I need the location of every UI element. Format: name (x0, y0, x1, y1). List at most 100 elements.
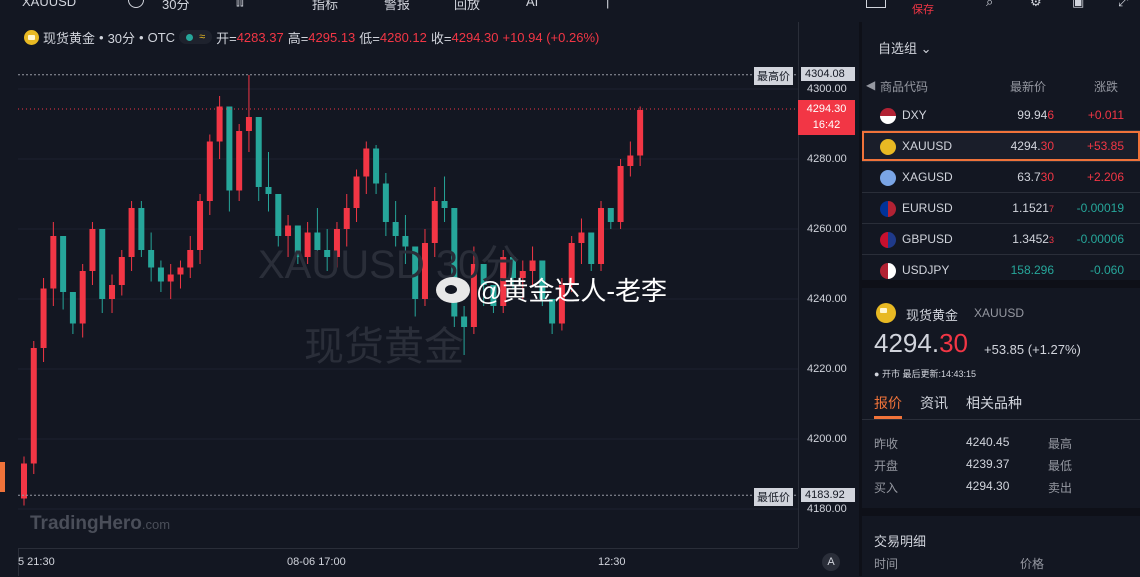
candle[interactable] (373, 145, 380, 194)
candle[interactable] (637, 106, 644, 167)
watchlist-header-change[interactable]: 涨跌 (1094, 78, 1118, 95)
tab-news[interactable]: 资讯 (920, 393, 948, 413)
candle[interactable] (353, 169, 360, 223)
watchlist-header-last[interactable]: 最新价 (1010, 78, 1046, 95)
candle[interactable] (607, 208, 614, 229)
candle-body (60, 236, 67, 292)
market-status-pill[interactable]: ≈ (179, 30, 213, 44)
candle[interactable] (89, 222, 96, 285)
candle[interactable] (187, 236, 194, 278)
candle-body (236, 131, 243, 191)
candle-body (187, 250, 194, 268)
compare-icon[interactable] (128, 0, 144, 8)
candle[interactable] (128, 201, 135, 271)
candle[interactable] (226, 106, 233, 212)
chart-type-icon[interactable]: ⫿⫿ (236, 0, 244, 9)
camera-icon[interactable]: ▣ (1072, 0, 1084, 10)
candle-body (627, 155, 634, 166)
symbol-search-button[interactable]: XAUUSD (22, 0, 76, 9)
active-tool-marker (0, 462, 5, 492)
candle[interactable] (99, 229, 106, 313)
layout-icon[interactable] (866, 0, 886, 8)
candle[interactable] (69, 292, 76, 334)
candle[interactable] (40, 278, 47, 362)
candle[interactable] (30, 341, 37, 474)
candle[interactable] (588, 232, 595, 272)
candle[interactable] (265, 152, 272, 212)
watchlist-row[interactable]: XAUUSD 4294.30 +53.85 (862, 131, 1140, 161)
settings-icon[interactable]: ⚙ (1030, 0, 1042, 10)
candle[interactable] (236, 124, 243, 201)
fullscreen-icon[interactable]: ⤢ (1118, 0, 1128, 10)
watchlist-row[interactable]: XAGUSD 63.730 +2.206 (862, 162, 1140, 192)
legend-interval: 30分 (107, 30, 136, 46)
replay-button[interactable]: 回放 (454, 0, 480, 13)
candle[interactable] (138, 201, 145, 257)
candle[interactable] (157, 260, 164, 293)
collapse-icon[interactable]: ◀ (866, 78, 875, 92)
watchlist-row[interactable]: DXY 99.946 +0.011 (862, 100, 1140, 130)
auto-scale-button[interactable]: A (822, 553, 840, 571)
search-icon[interactable]: ⌕ (986, 0, 993, 10)
watchlist-title[interactable]: 自选组 ⌄ (878, 38, 932, 57)
candle[interactable] (109, 274, 116, 314)
weibo-icon (436, 276, 470, 303)
tab-quote[interactable]: 报价 (874, 393, 902, 413)
high-value: 4295.13 (308, 29, 356, 45)
candle[interactable] (627, 141, 634, 177)
time-axis[interactable]: 5 21:30 08-06 17:00 12:30 (18, 548, 798, 577)
candle[interactable] (148, 232, 155, 282)
quote-value: 4239.37 (966, 457, 1010, 471)
ai-button[interactable]: AI (526, 0, 538, 9)
watchlist-price: 1.34523 (1012, 232, 1054, 246)
candle-body (69, 292, 76, 324)
candle[interactable] (60, 236, 67, 310)
indicators-button[interactable]: 指标 (312, 0, 338, 13)
candle[interactable] (578, 218, 585, 265)
tab-related[interactable]: 相关品种 (966, 393, 1022, 413)
wave-icon: ≈ (199, 31, 206, 43)
candle-body (607, 208, 614, 222)
watchlist-change: -0.00006 (1076, 232, 1124, 246)
candle[interactable] (167, 264, 174, 299)
candle-body (353, 176, 360, 208)
candle[interactable] (441, 176, 448, 223)
price-tick: 4200.00 (807, 433, 847, 445)
brand-logo: TradingHero.com (30, 513, 171, 534)
price-tick: 4280.00 (807, 153, 847, 165)
watchlist-row[interactable]: EURUSD 1.15217 -0.00019 (862, 193, 1140, 223)
high-marker-value: 4304.08 (801, 67, 855, 81)
candle[interactable] (206, 134, 213, 216)
candle-body (363, 148, 370, 177)
quote-label: 最低 (1048, 459, 1073, 473)
gb-us-flag-icon (880, 232, 896, 248)
candle[interactable] (255, 117, 262, 201)
interval-button[interactable]: 30分 (162, 0, 189, 13)
save-button[interactable]: 保存 (912, 1, 934, 17)
watchlist-row[interactable]: GBPUSD 1.34523 -0.00006 (862, 224, 1140, 254)
candle[interactable] (50, 222, 57, 306)
candle[interactable] (118, 250, 125, 296)
candle-body (206, 141, 213, 201)
candle[interactable] (177, 260, 184, 289)
candle[interactable] (216, 96, 223, 159)
candle-body (89, 229, 96, 271)
gold-coin-icon (24, 29, 39, 45)
legend-name[interactable]: 现货黄金 (43, 28, 95, 47)
watchlist-price: 158.296 (1010, 263, 1054, 277)
candle[interactable] (617, 159, 624, 229)
candle[interactable] (363, 141, 370, 195)
candle[interactable] (382, 173, 389, 236)
trades-header-time: 时间 (874, 557, 899, 571)
candle[interactable] (21, 456, 27, 506)
right-panel: 自选组 ⌄ ◀ 商品代码 最新价 涨跌 DXY 99.946 +0.011 XAUUS… (859, 22, 1140, 576)
candle[interactable] (598, 201, 605, 271)
alerts-button[interactable]: 警报 (384, 0, 410, 13)
watchlist-symbol: GBPUSD (902, 232, 953, 246)
candle[interactable] (245, 75, 252, 152)
candle[interactable] (79, 264, 86, 338)
candle-body (177, 267, 184, 275)
candle[interactable] (197, 194, 204, 264)
open-value: 4283.37 (236, 29, 284, 45)
watchlist-header-code[interactable]: 商品代码 (880, 78, 928, 95)
